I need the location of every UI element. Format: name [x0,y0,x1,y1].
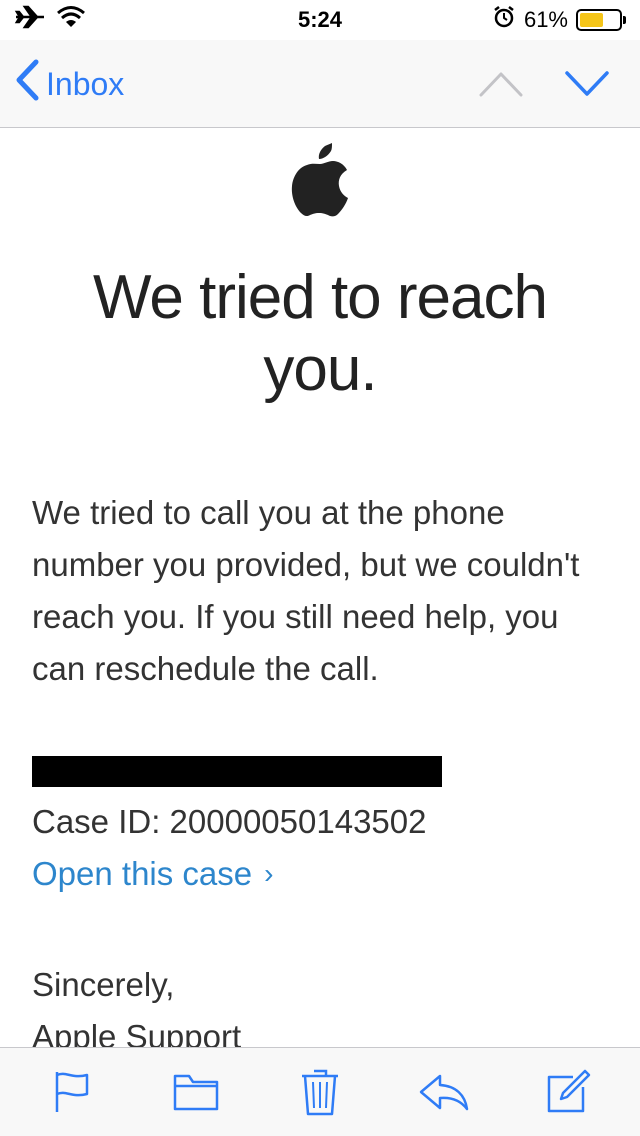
email-signoff: Sincerely, Apple Support [32,959,241,1047]
next-message-button[interactable] [564,64,610,104]
chevron-up-icon [479,72,523,97]
status-time: 5:24 [297,7,343,32]
headline-line-2: you. [263,335,377,404]
status-bar: 5:24 61% [0,0,640,40]
chevron-right-icon: › [264,858,274,889]
folder-icon [173,1074,219,1111]
flag-icon [55,1072,89,1112]
status-left [14,5,86,35]
chevron-down-icon [565,71,609,96]
battery-tip [623,16,626,24]
signoff-line-2: Apple Support [32,1018,242,1047]
bottom-toolbar [0,1047,640,1136]
alarm-icon [492,5,516,35]
open-case-label: Open this case [32,855,253,892]
reply-icon [419,1074,469,1111]
mail-screen: 5:24 61% Inbox We tried to reach you. We… [0,0,640,1136]
back-label: Inbox [46,65,125,102]
compose-button[interactable] [538,1062,598,1122]
email-headline: We tried to reach you. [40,262,600,406]
reply-button[interactable] [414,1062,474,1122]
open-case-link[interactable]: Open this case › [32,855,273,893]
wifi-icon [56,5,86,35]
trash-icon [302,1069,338,1116]
trash-button[interactable] [290,1062,350,1122]
message-nav-arrows [478,64,610,104]
battery-body [576,9,622,31]
nav-bar: Inbox [0,40,640,128]
battery-percent: 61% [523,7,568,32]
email-paragraph: We tried to call you at the phone number… [32,494,580,687]
status-right: 61% [492,5,626,35]
move-to-folder-button[interactable] [166,1062,226,1122]
flag-button[interactable] [42,1062,102,1122]
compose-icon [547,1069,591,1113]
back-to-inbox-button[interactable]: Inbox [14,59,125,109]
battery-icon [576,9,626,31]
previous-message-button[interactable] [478,64,524,104]
headline-line-1: We tried to reach [93,263,548,332]
redacted-block [32,756,442,787]
email-body[interactable]: We tried to reach you. We tried to call … [0,129,640,1047]
case-id: Case ID: 20000050143502 [32,803,427,840]
battery-fill [580,13,604,27]
chevron-left-icon [14,59,40,109]
apple-logo-icon [290,143,350,217]
airplane-icon [14,5,46,35]
signoff-line-1: Sincerely, [32,966,175,1003]
